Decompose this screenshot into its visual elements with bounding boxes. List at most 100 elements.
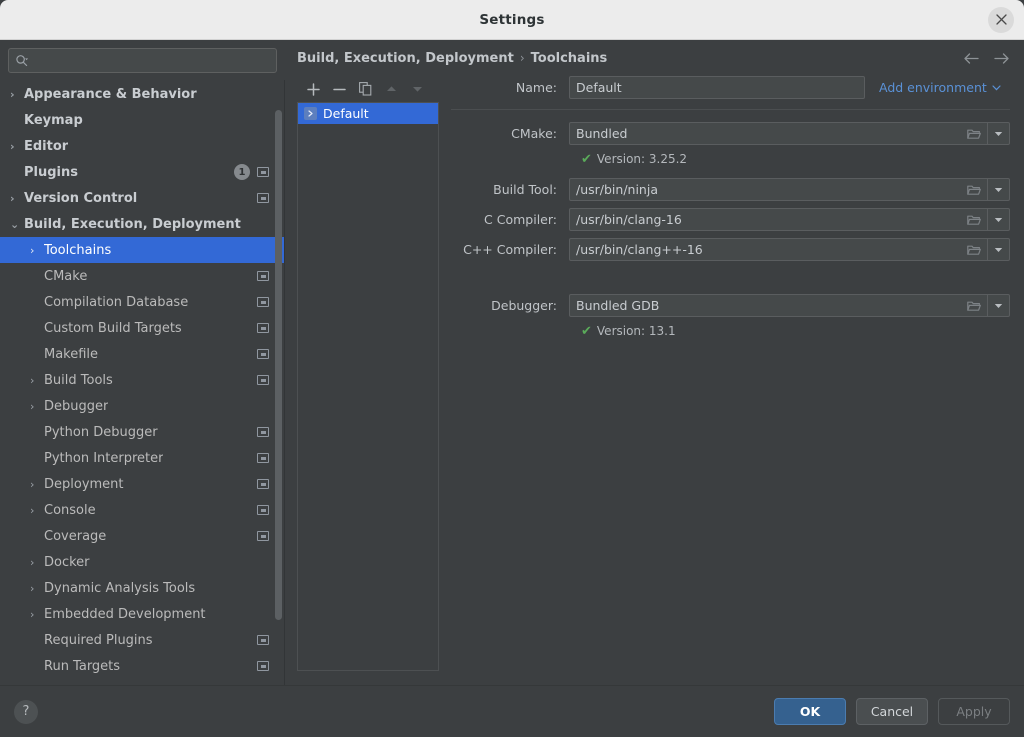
sidebar-item-run-targets[interactable]: Run Targets [0,653,285,679]
name-row: Name: Default Add environment [451,76,1010,99]
cpp-compiler-row: C++ Compiler: /usr/bin/clang++-16 [451,238,1010,261]
remove-toolchain-button[interactable] [331,81,347,97]
chevron-right-icon[interactable]: › [30,400,44,413]
list-item[interactable]: Default [298,103,438,124]
sidebar-item-keymap[interactable]: Keymap [0,107,285,133]
toolchain-list[interactable]: Default [297,102,439,671]
sidebar-item-appearance-behavior[interactable]: ›Appearance & Behavior [0,81,285,107]
chevron-down-icon[interactable] [987,209,1009,230]
sidebar-item-console[interactable]: ›Console [0,497,285,523]
folder-icon[interactable] [960,239,987,260]
sidebar-search-wrap [0,40,285,79]
toolchain-list-column: Default [297,76,439,685]
sidebar-item-compilation-database[interactable]: Compilation Database [0,289,285,315]
folder-icon[interactable] [960,123,987,144]
breadcrumb-root[interactable]: Build, Execution, Deployment [297,51,514,66]
arrow-right-icon[interactable] [993,52,1010,65]
cmake-version-text: Version: 3.25.2 [597,152,687,166]
debugger-field[interactable]: Bundled GDB [569,294,1010,317]
sidebar-item-custom-build-targets[interactable]: Custom Build Targets [0,315,285,341]
build-tool-field[interactable]: /usr/bin/ninja [569,178,1010,201]
settings-detail-pane: Build, Execution, Deployment › Toolchain… [285,40,1024,685]
apply-button[interactable]: Apply [938,698,1010,725]
folder-icon[interactable] [960,209,987,230]
sidebar-item-required-plugins[interactable]: Required Plugins [0,627,285,653]
project-scope-icon [257,297,269,307]
chevron-down-icon[interactable] [987,295,1009,316]
sidebar-item-coverage[interactable]: Coverage [0,523,285,549]
add-toolchain-button[interactable] [305,81,321,97]
sidebar-item-deployment[interactable]: ›Deployment [0,471,285,497]
chevron-down-icon[interactable]: ⌄ [10,218,24,231]
chevron-right-icon[interactable]: › [30,478,44,491]
chevron-right-icon[interactable]: › [10,140,24,153]
chevron-down-icon[interactable] [987,239,1009,260]
build-tool-label: Build Tool: [451,182,569,197]
search-box[interactable] [8,48,277,73]
c-compiler-field[interactable]: /usr/bin/clang-16 [569,208,1010,231]
sidebar-item-label: Docker [44,555,90,570]
sidebar-item-dynamic-analysis-tools[interactable]: ›Dynamic Analysis Tools [0,575,285,601]
debugger-label: Debugger: [451,298,569,313]
name-field[interactable]: Default [569,76,865,99]
sidebar-item-build-execution-deployment[interactable]: ⌄Build, Execution, Deployment [0,211,285,237]
arrow-left-icon[interactable] [963,52,980,65]
chevron-right-icon[interactable]: › [10,192,24,205]
sidebar-item-plugins[interactable]: Plugins1 [0,159,285,185]
sidebar-item-debugger[interactable]: ›Debugger [0,393,285,419]
sidebar-item-editor[interactable]: ›Editor [0,133,285,159]
settings-tree[interactable]: ›Appearance & BehaviorKeymap›EditorPlugi… [0,79,285,685]
sidebar-item-python-interpreter[interactable]: Python Interpreter [0,445,285,471]
sidebar-item-python-debugger[interactable]: Python Debugger [0,419,285,445]
sidebar-item-label: CMake [44,269,87,284]
sidebar-item-label: Makefile [44,347,98,362]
chevron-down-icon[interactable] [987,179,1009,200]
add-environment-button[interactable]: Add environment [879,80,1001,95]
breadcrumb-separator: › [520,51,525,65]
sidebar-item-label: Build Tools [44,373,113,388]
project-scope-icon [257,661,269,671]
sidebar-item-build-tools[interactable]: ›Build Tools [0,367,285,393]
settings-sidebar: ›Appearance & BehaviorKeymap›EditorPlugi… [0,40,285,685]
cancel-button[interactable]: Cancel [856,698,928,725]
project-scope-icon [257,505,269,515]
project-scope-icon [257,349,269,359]
list-item-label: Default [323,106,369,121]
help-button[interactable]: ? [14,700,38,724]
project-scope-icon [257,635,269,645]
sidebar-item-label: Debugger [44,399,108,414]
chevron-right-icon[interactable]: › [30,582,44,595]
project-scope-icon [257,479,269,489]
sidebar-item-cmake[interactable]: CMake [0,263,285,289]
move-down-button [409,81,425,97]
folder-icon[interactable] [960,179,987,200]
sidebar-item-embedded-development[interactable]: ›Embedded Development [0,601,285,627]
cmake-field[interactable]: Bundled [569,122,1010,145]
search-input[interactable] [29,54,270,68]
chevron-down-icon[interactable] [987,123,1009,144]
chevron-right-icon[interactable]: › [30,374,44,387]
sidebar-item-label: Appearance & Behavior [24,87,197,102]
chevron-right-icon[interactable]: › [30,556,44,569]
chevron-right-icon[interactable]: › [10,88,24,101]
build-tool-value: /usr/bin/ninja [570,182,960,197]
title-bar: Settings [0,0,1024,40]
ok-button[interactable]: OK [774,698,846,725]
sidebar-item-version-control[interactable]: ›Version Control [0,185,285,211]
chevron-right-icon[interactable]: › [30,608,44,621]
sidebar-item-makefile[interactable]: Makefile [0,341,285,367]
folder-icon[interactable] [960,295,987,316]
cpp-compiler-field[interactable]: /usr/bin/clang++-16 [569,238,1010,261]
sidebar-scrollbar-thumb[interactable] [275,110,282,620]
chevron-right-icon[interactable]: › [30,504,44,517]
sidebar-item-toolchains[interactable]: ›Toolchains [0,237,285,263]
chevron-right-icon[interactable]: › [30,244,44,257]
copy-toolchain-button[interactable] [357,81,373,97]
window-title: Settings [479,12,544,28]
sidebar-item-trusted-locations[interactable]: Trusted Locations [0,679,285,685]
close-icon[interactable] [988,7,1014,33]
sidebar-item-label: Plugins [24,165,78,180]
breadcrumb-leaf: Toolchains [531,51,608,66]
sidebar-item-label: Console [44,503,96,518]
sidebar-item-docker[interactable]: ›Docker [0,549,285,575]
